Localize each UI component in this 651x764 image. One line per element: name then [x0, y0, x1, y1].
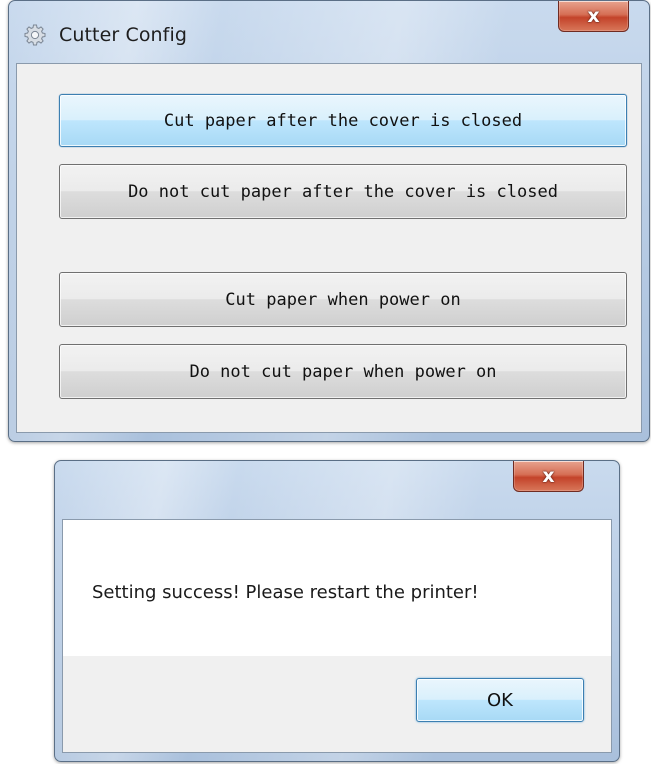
cut-after-cover-closed-button[interactable]: Cut paper after the cover is closed: [59, 94, 627, 147]
close-button[interactable]: x: [558, 1, 629, 32]
close-icon: x: [587, 4, 600, 27]
cut-on-power-on-button[interactable]: Cut paper when power on: [59, 272, 627, 327]
message-client-area: Setting success! Please restart the prin…: [62, 519, 612, 753]
message-box-window: x Setting success! Please restart the pr…: [54, 460, 620, 762]
message-text: Setting success! Please restart the prin…: [92, 582, 479, 603]
ok-button[interactable]: OK: [416, 678, 584, 722]
cutter-config-window: Cutter Config x Cut paper after the cove…: [8, 0, 650, 442]
close-icon: x: [542, 464, 555, 487]
no-cut-on-power-on-button[interactable]: Do not cut paper when power on: [59, 344, 627, 399]
gear-icon: [24, 24, 46, 46]
cutter-client-area: Cut paper after the cover is closed Do n…: [16, 63, 642, 433]
message-button-bar: OK: [63, 656, 611, 752]
message-content: Setting success! Please restart the prin…: [63, 520, 611, 656]
message-close-button[interactable]: x: [513, 461, 584, 492]
no-cut-after-cover-closed-button[interactable]: Do not cut paper after the cover is clos…: [59, 164, 627, 219]
window-title: Cutter Config: [59, 24, 188, 46]
